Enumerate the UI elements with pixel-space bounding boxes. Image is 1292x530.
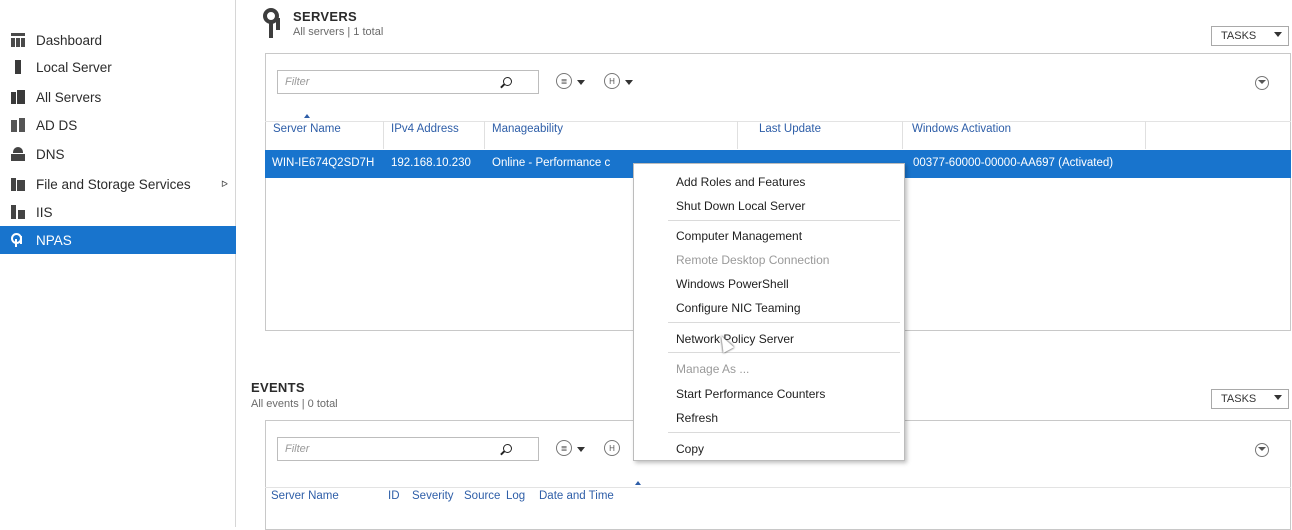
sidebar-item-label: DNS xyxy=(36,146,65,162)
menu-item-add-roles[interactable]: Add Roles and Features xyxy=(634,172,904,192)
sort-descending-icon xyxy=(635,481,641,485)
cell-manageability: Online - Performance c xyxy=(492,157,611,169)
local-server-icon xyxy=(11,60,25,74)
menu-item-shut-down[interactable]: Shut Down Local Server xyxy=(634,196,904,216)
servers-tasks-button[interactable]: TASKS xyxy=(1211,26,1289,46)
menu-item-computer-management[interactable]: Computer Management xyxy=(634,226,904,246)
file-storage-icon xyxy=(11,177,25,191)
tasks-label: TASKS xyxy=(1221,393,1257,405)
column-separator xyxy=(484,121,485,149)
sidebar-item-label: Local Server xyxy=(36,59,112,75)
tasks-label: TASKS xyxy=(1221,30,1257,42)
menu-separator xyxy=(668,432,900,433)
column-header-id[interactable]: ID xyxy=(388,490,400,502)
sidebar-item-file-storage[interactable]: File and Storage Services ᐅ xyxy=(0,170,236,198)
menu-separator xyxy=(668,322,900,323)
sidebar-item-npas[interactable]: NPAS xyxy=(0,226,236,254)
menu-item-powershell[interactable]: Windows PowerShell xyxy=(634,274,904,294)
column-header-windows-activation[interactable]: Windows Activation xyxy=(912,123,1011,135)
dns-icon xyxy=(11,147,25,161)
expand-panel-button[interactable] xyxy=(1255,76,1269,90)
column-header-last-update[interactable]: Last Update xyxy=(759,123,821,135)
sidebar-item-iis[interactable]: IIS xyxy=(0,198,236,226)
sidebar-item-dns[interactable]: DNS xyxy=(0,140,236,168)
menu-item-start-performance-counters[interactable]: Start Performance Counters xyxy=(634,384,904,404)
iis-icon xyxy=(11,205,25,219)
menu-item-remote-desktop: Remote Desktop Connection xyxy=(676,253,830,267)
menu-separator xyxy=(668,352,900,353)
expand-arrow-icon[interactable]: ᐅ xyxy=(221,179,228,190)
menu-item-network-policy-server[interactable]: Network Policy Server xyxy=(634,329,904,349)
column-header-server-name[interactable]: Server Name xyxy=(271,490,339,502)
column-separator xyxy=(737,121,738,149)
sidebar-item-ad-ds[interactable]: AD DS xyxy=(0,111,236,139)
sidebar-item-local-server[interactable]: Local Server xyxy=(0,54,236,80)
events-title: EVENTS xyxy=(251,380,305,395)
npas-icon xyxy=(11,233,25,247)
header-divider xyxy=(265,487,1291,488)
group-by-button[interactable]: H xyxy=(604,440,620,456)
chevron-down-icon xyxy=(1274,395,1282,400)
sidebar-item-all-servers[interactable]: All Servers xyxy=(0,83,236,111)
filter-placeholder: Filter xyxy=(285,76,310,88)
sidebar-item-label: Dashboard xyxy=(36,32,103,48)
sidebar-item-label: All Servers xyxy=(36,89,102,105)
column-header-source[interactable]: Source xyxy=(464,490,500,502)
expand-panel-button[interactable] xyxy=(1255,443,1269,457)
servers-filter-input[interactable]: Filter xyxy=(277,70,539,94)
context-menu: Add Roles and Features Shut Down Local S… xyxy=(633,163,905,461)
menu-separator xyxy=(668,220,900,221)
servers-title: SERVERS xyxy=(293,9,357,24)
servers-role-icon xyxy=(263,8,287,38)
menu-item-nic-teaming[interactable]: Configure NIC Teaming xyxy=(634,298,904,318)
sidebar-item-label: IIS xyxy=(36,204,53,220)
cell-server-name: WIN-IE674Q2SD7H xyxy=(272,157,375,169)
sidebar-item-dashboard[interactable]: Dashboard xyxy=(0,26,236,54)
chevron-down-icon[interactable] xyxy=(577,80,585,85)
chevron-down-icon[interactable] xyxy=(625,80,633,85)
group-by-button[interactable]: H xyxy=(604,73,620,89)
header-divider xyxy=(265,121,1291,122)
column-header-log[interactable]: Log xyxy=(506,490,525,502)
cell-ipv4: 192.168.10.230 xyxy=(391,157,471,169)
sort-ascending-icon xyxy=(304,114,310,118)
all-servers-icon xyxy=(11,90,25,104)
column-separator xyxy=(902,121,903,149)
filter-placeholder: Filter xyxy=(285,443,310,455)
column-header-manageability[interactable]: Manageability xyxy=(492,123,563,135)
list-view-button[interactable]: ≣ xyxy=(556,73,572,89)
column-separator xyxy=(383,121,384,149)
ad-ds-icon xyxy=(11,118,25,132)
sidebar-item-label: NPAS xyxy=(36,232,72,248)
menu-item-manage-as: Manage As ... xyxy=(676,362,750,376)
menu-item-refresh[interactable]: Refresh xyxy=(634,408,904,428)
cell-windows-activation: 00377-60000-00000-AA697 (Activated) xyxy=(913,157,1114,169)
search-icon[interactable] xyxy=(503,77,512,86)
column-header-severity[interactable]: Severity xyxy=(412,490,454,502)
chevron-down-icon xyxy=(1274,32,1282,37)
sidebar-item-label: AD DS xyxy=(36,117,78,133)
column-separator xyxy=(1145,121,1146,149)
dashboard-icon xyxy=(11,33,25,47)
servers-subtitle: All servers | 1 total xyxy=(293,26,384,38)
column-header-date-time[interactable]: Date and Time xyxy=(539,490,614,502)
events-subtitle: All events | 0 total xyxy=(251,398,338,410)
chevron-down-icon[interactable] xyxy=(577,447,585,452)
sidebar: Dashboard Local Server All Servers AD DS… xyxy=(0,0,236,527)
events-filter-input[interactable]: Filter xyxy=(277,437,539,461)
column-header-server-name[interactable]: Server Name xyxy=(273,123,341,135)
list-view-button[interactable]: ≣ xyxy=(556,440,572,456)
search-icon[interactable] xyxy=(503,444,512,453)
menu-item-copy[interactable]: Copy xyxy=(634,439,904,459)
events-tasks-button[interactable]: TASKS xyxy=(1211,389,1289,409)
column-header-ipv4[interactable]: IPv4 Address xyxy=(391,123,459,135)
sidebar-item-label: File and Storage Services xyxy=(36,176,191,192)
